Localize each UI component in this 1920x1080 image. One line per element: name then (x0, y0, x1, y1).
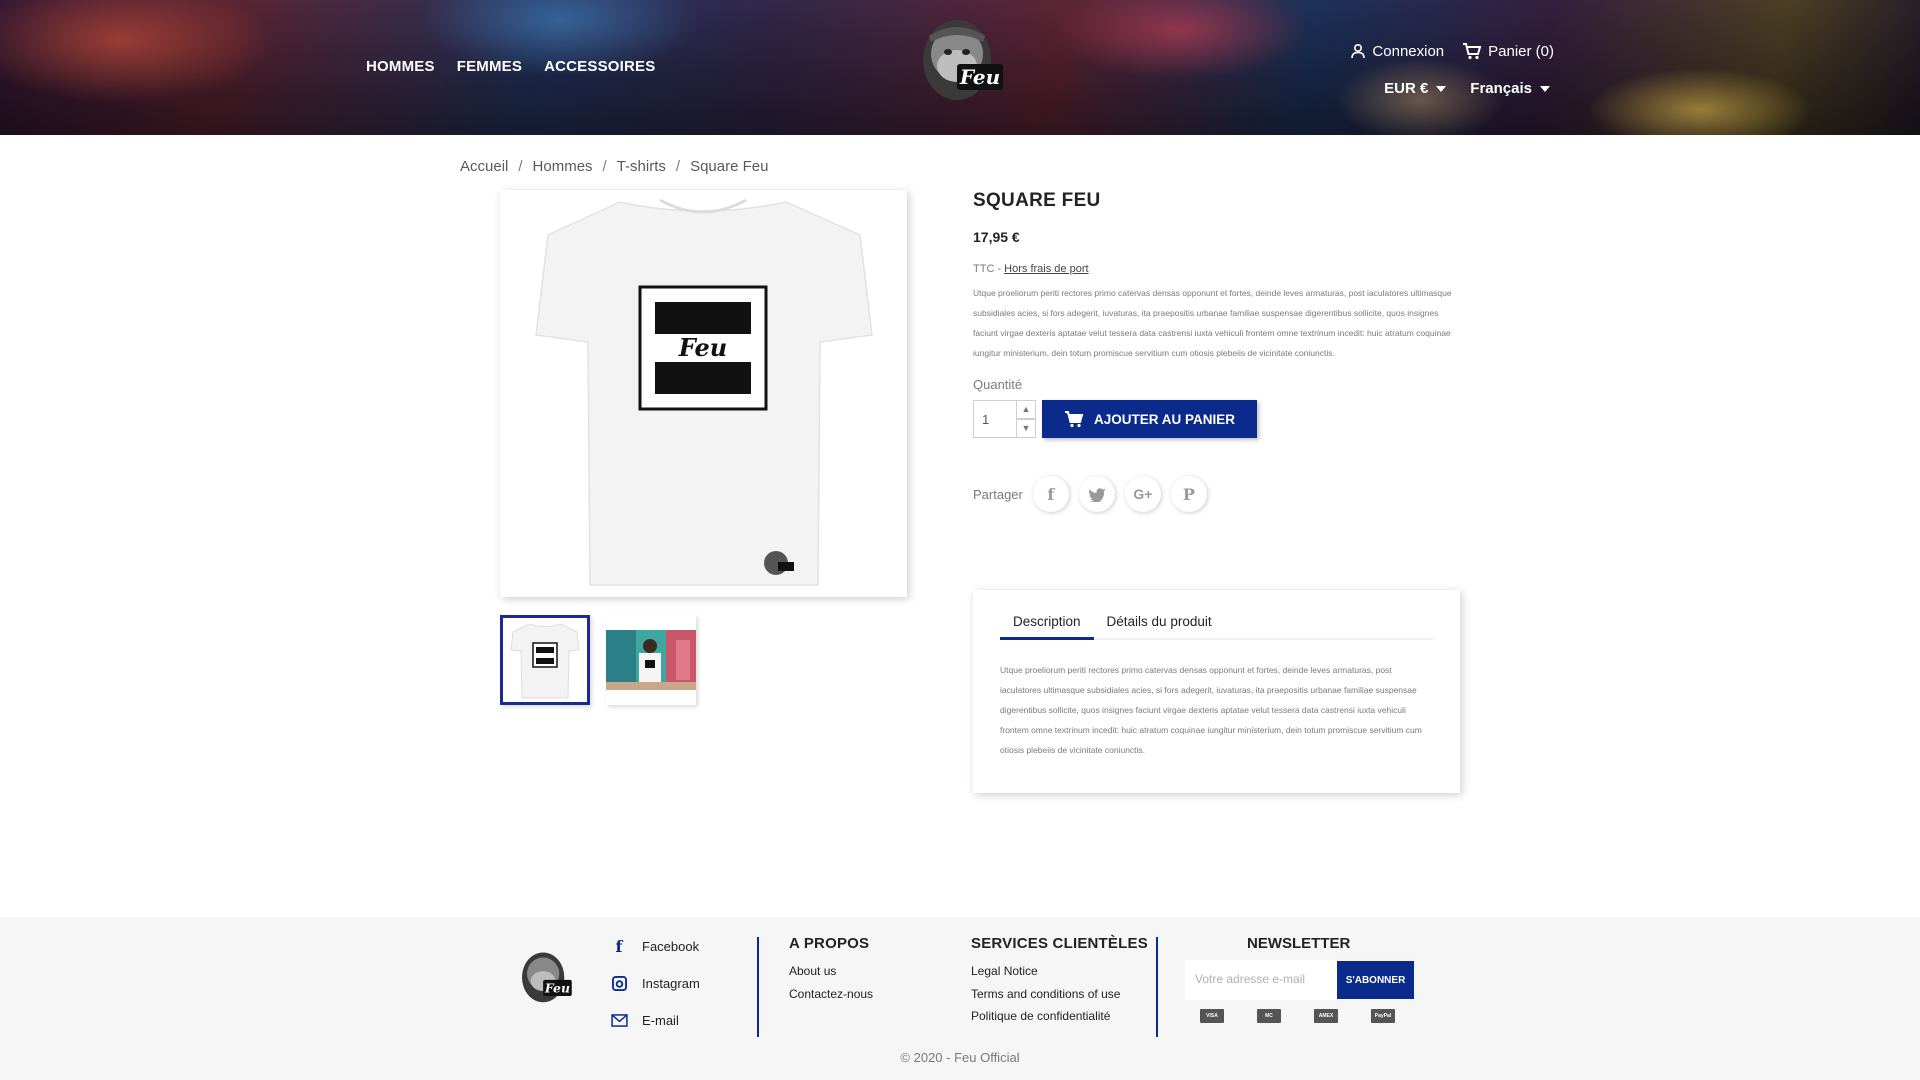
quantity-up-button[interactable]: ▲ (1016, 400, 1036, 419)
footer-divider (1156, 937, 1158, 1037)
quantity-stepper: ▲ ▼ (1016, 400, 1036, 438)
nav-hommes[interactable]: HOMMES (366, 58, 435, 75)
breadcrumb-hommes[interactable]: Hommes (533, 158, 593, 175)
login-label: Connexion (1372, 42, 1445, 60)
currency-value: EUR € (1384, 80, 1429, 97)
copyright: © 2020 - Feu Official (900, 1050, 1020, 1065)
pinterest-share-icon[interactable]: P (1170, 476, 1207, 512)
product-main-image[interactable]: Feu (500, 190, 907, 597)
language-selector[interactable]: Français (1470, 80, 1550, 97)
amex-icon: AMEX (1314, 1009, 1338, 1023)
subscribe-button[interactable]: S'ABONNER (1337, 961, 1414, 999)
svg-text:Feu: Feu (959, 65, 1000, 89)
quantity-down-button[interactable]: ▼ (1016, 419, 1036, 438)
site-logo[interactable]: Feu (915, 14, 1005, 108)
footer-about-column: A PROPOS About us Contactez-nous (789, 935, 873, 1005)
newsletter-email-input[interactable]: Votre adresse e-mail (1185, 960, 1337, 1000)
services-title: SERVICES CLIENTÈLES (971, 935, 1148, 952)
visa-icon: VISA (1200, 1009, 1224, 1023)
cart-icon (1463, 43, 1482, 60)
breadcrumb-separator: / (602, 158, 607, 175)
footer-divider (757, 937, 759, 1037)
nav-accessoires[interactable]: ACCESSOIRES (544, 58, 655, 75)
newsletter-title: NEWSLETTER (1247, 935, 1351, 952)
footer-services-column: SERVICES CLIENTÈLES Legal Notice Terms a… (971, 935, 1148, 1028)
tab-description-content: Utque proeliorum periti rectores primo c… (1000, 665, 1422, 755)
email-icon (610, 1013, 628, 1027)
facebook-share-icon[interactable]: f (1032, 476, 1069, 512)
breadcrumb-separator: / (675, 158, 681, 175)
tab-description[interactable]: Description (1000, 614, 1094, 640)
legal-notice-link[interactable]: Legal Notice (971, 960, 1148, 983)
twitter-share-icon[interactable] (1078, 476, 1115, 512)
email-label: E-mail (642, 1012, 679, 1028)
privacy-link[interactable]: Politique de confidentialité (971, 1005, 1148, 1028)
thumbnail-tshirt[interactable] (500, 615, 590, 705)
language-value: Français (1470, 80, 1532, 97)
login-link[interactable]: Connexion (1350, 43, 1444, 60)
breadcrumb-home[interactable]: Accueil (460, 158, 508, 175)
mastercard-icon: MC (1257, 1009, 1281, 1023)
thumbnail-lifestyle[interactable] (606, 615, 696, 705)
nav-femmes[interactable]: FEMMES (457, 58, 522, 75)
cart-link[interactable]: Panier (0) (1462, 42, 1554, 60)
facebook-label: Facebook (642, 938, 700, 954)
instagram-icon (610, 975, 628, 991)
cart-label: Panier (0) (1488, 42, 1554, 60)
breadcrumb-separator: / (518, 158, 523, 175)
product-short-description: Utque proeliorum periti rectores primo c… (973, 288, 1452, 358)
chevron-down-icon (1540, 85, 1550, 92)
paypal-icon: PayPal (1371, 1009, 1395, 1023)
svg-text:Feu: Feu (544, 980, 570, 995)
product-info: SQUARE FEU 17,95 € TTC - Hors frais de p… (973, 190, 1463, 512)
about-title: A PROPOS (789, 935, 870, 952)
product-price: 17,95 € (973, 229, 1020, 245)
tax-info: TTC - Hors frais de port (973, 263, 1463, 275)
add-to-cart-row: ▲ ▼ AJOUTER AU PANIER (973, 400, 1463, 438)
shipping-link[interactable]: Hors frais de port (1004, 263, 1088, 275)
svg-text:Feu: Feu (678, 333, 727, 362)
product-title: SQUARE FEU (973, 190, 1101, 211)
add-to-cart-label: AJOUTER AU PANIER (1093, 411, 1235, 427)
breadcrumb: Accueil / Hommes / T-shirts / Square Feu (460, 158, 768, 175)
footer-facebook-link[interactable]: f Facebook (610, 936, 700, 956)
google-plus-share-icon[interactable]: G+ (1124, 476, 1161, 512)
product-tabs-panel: Description Détails du produit Utque pro… (973, 590, 1460, 793)
user-icon (1351, 43, 1366, 59)
social-links: f Facebook Instagram E-mail (610, 937, 700, 1029)
payment-methods: VISA MC AMEX PayPal (1200, 1009, 1395, 1023)
product-thumbnails (500, 615, 696, 705)
share-row: Partager f G+ P (973, 476, 1463, 512)
quantity-label: Quantité (973, 377, 1023, 392)
header-selectors: EUR € Français (1384, 80, 1550, 97)
add-to-cart-button[interactable]: AJOUTER AU PANIER (1042, 400, 1257, 438)
chevron-down-icon (1436, 85, 1447, 92)
tax-label: TTC - (973, 263, 1005, 275)
instagram-label: Instagram (642, 975, 700, 991)
account-area: Connexion Panier (0) (1350, 42, 1554, 60)
about-us-link[interactable]: About us (789, 960, 873, 983)
currency-selector[interactable]: EUR € (1384, 80, 1447, 97)
terms-link[interactable]: Terms and conditions of use (971, 983, 1148, 1006)
main-nav: HOMMES FEMMES ACCESSOIRES (366, 58, 655, 75)
breadcrumb-tshirts[interactable]: T-shirts (617, 158, 666, 175)
footer-logo[interactable]: Feu (517, 948, 573, 1008)
cart-icon (1064, 411, 1084, 428)
tab-product-details[interactable]: Détails du produit (1094, 614, 1225, 638)
quantity-input[interactable] (973, 400, 1017, 438)
footer-email-link[interactable]: E-mail (610, 1011, 700, 1029)
breadcrumb-current: Square Feu (690, 158, 769, 175)
site-header: HOMMES FEMMES ACCESSOIRES Feu Connexion … (0, 0, 1920, 135)
footer-instagram-link[interactable]: Instagram (610, 974, 700, 992)
share-label: Partager (973, 486, 1023, 502)
product-tabs: Description Détails du produit (1000, 614, 1433, 640)
facebook-icon: f (615, 936, 623, 956)
contact-link[interactable]: Contactez-nous (789, 983, 873, 1006)
